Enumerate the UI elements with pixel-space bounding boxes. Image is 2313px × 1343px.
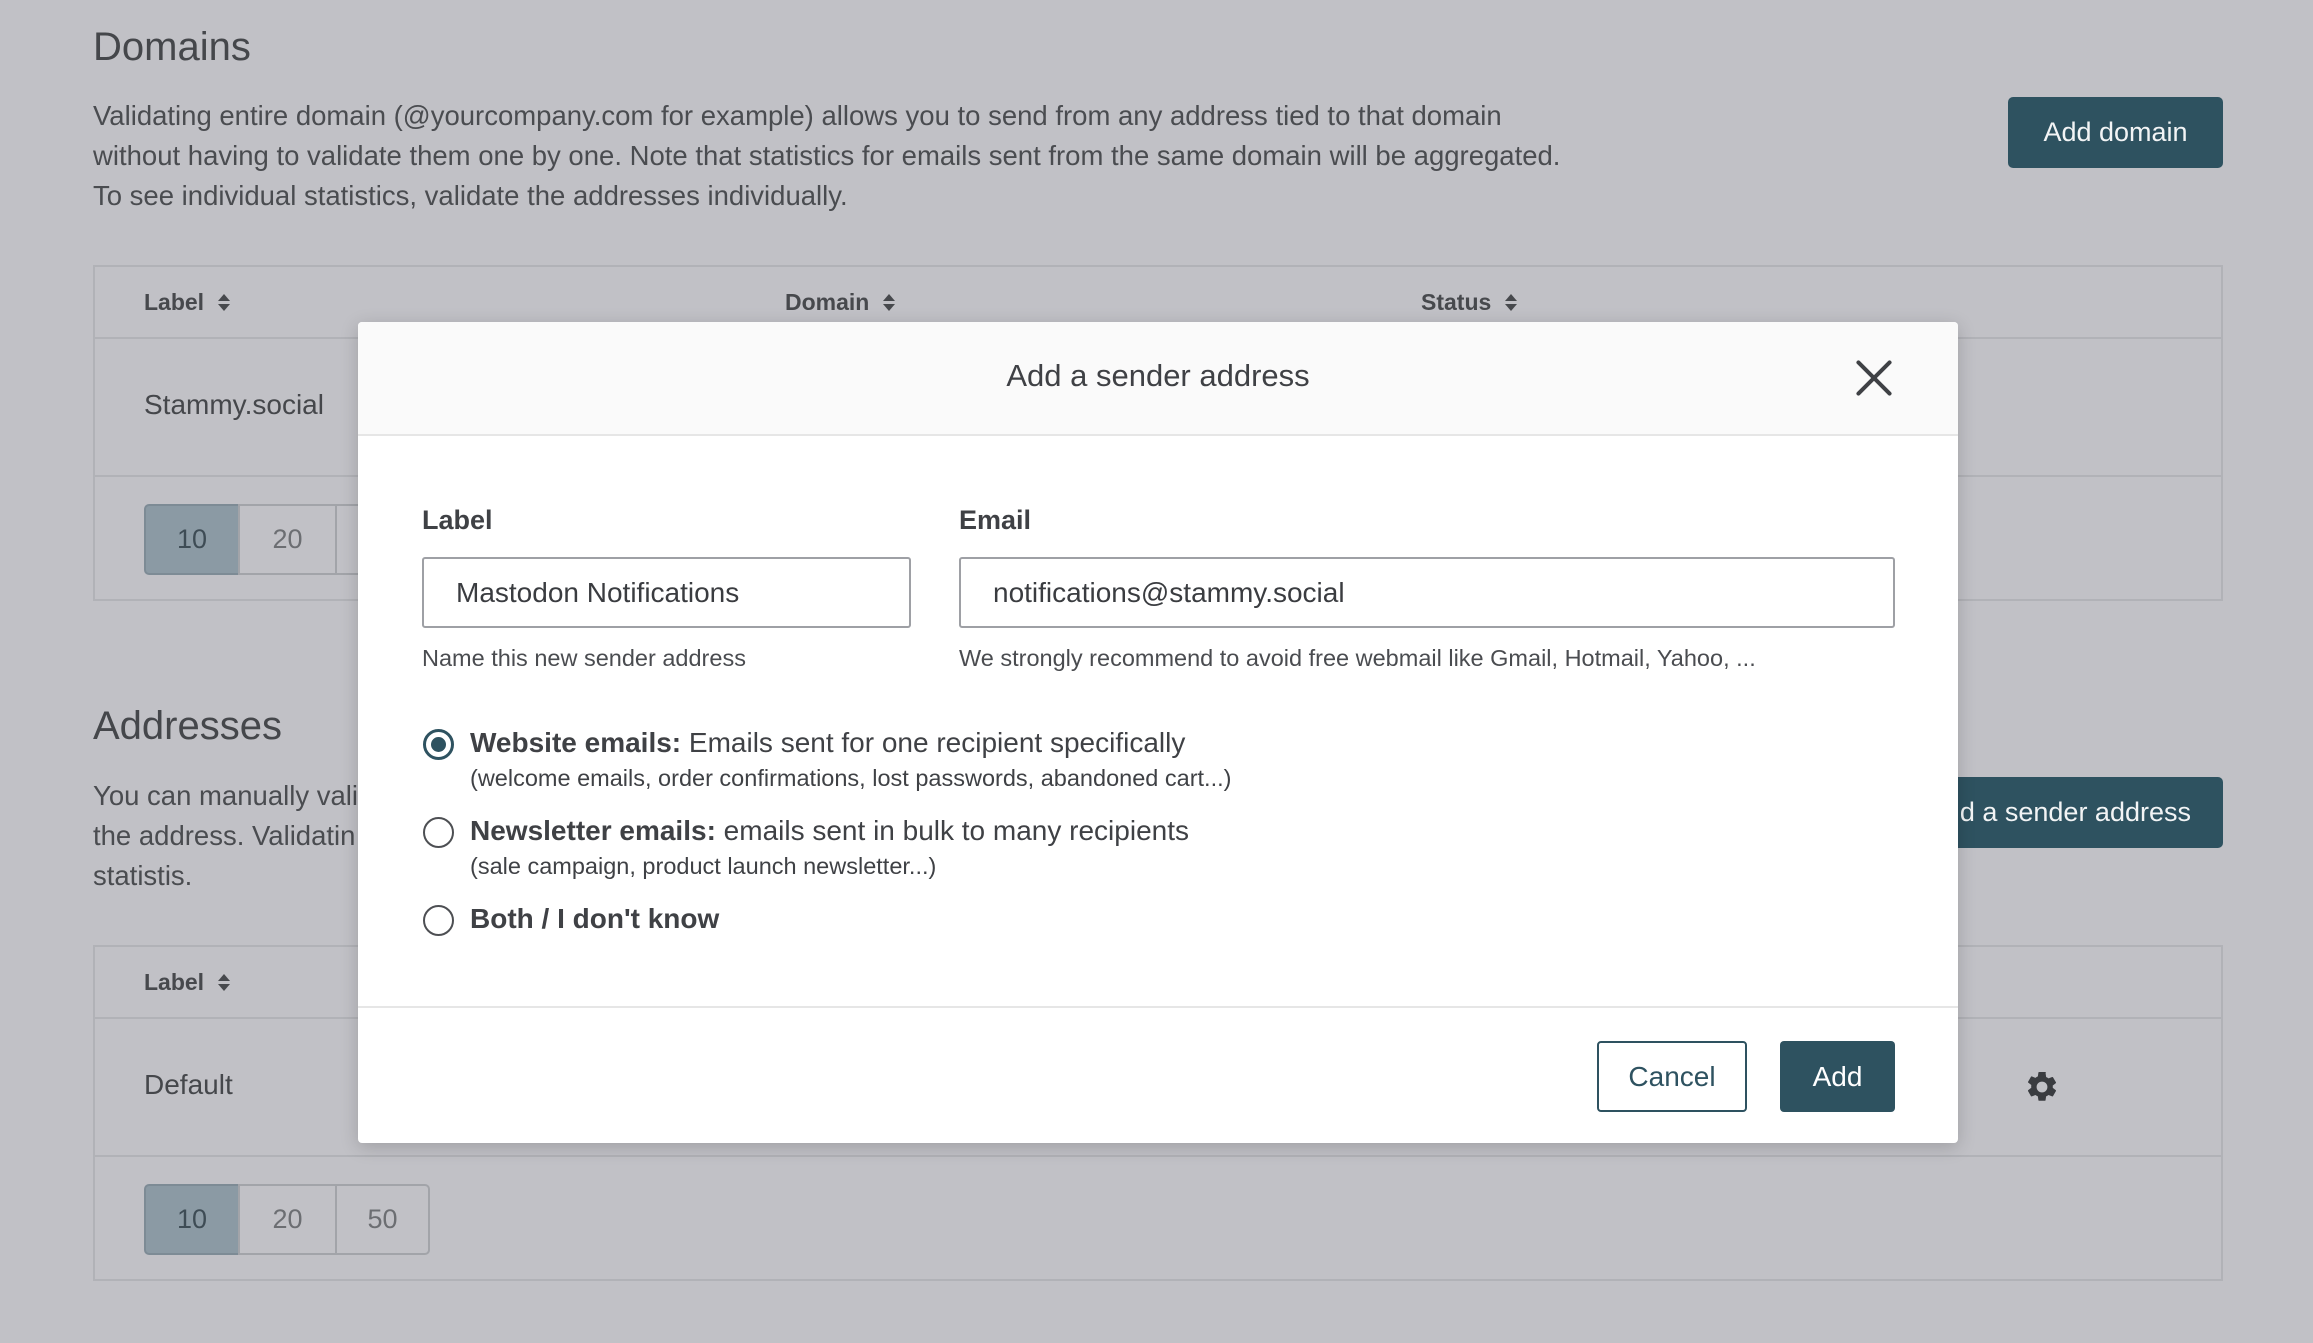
label-input[interactable] [422, 557, 911, 628]
option-website-emails-label[interactable]: Website emails: Emails sent for one reci… [470, 727, 1185, 759]
page-size-option[interactable]: 20 [238, 504, 337, 575]
close-icon[interactable] [1852, 356, 1896, 400]
add-sender-address-modal: Add a sender address Label Name this new… [358, 322, 1958, 1143]
email-field-label: Email [959, 505, 1032, 535]
column-header-text: Domain [785, 289, 870, 315]
add-domain-button[interactable]: Add domain [2008, 97, 2223, 168]
cancel-button[interactable]: Cancel [1597, 1041, 1747, 1112]
page-size-option[interactable]: 10 [144, 1184, 240, 1255]
option-both-label[interactable]: Both / I don't know [470, 903, 719, 935]
column-header-status[interactable]: Status [1421, 289, 1518, 316]
addresses-title: Addresses [93, 704, 282, 748]
option-bold: Website emails: [470, 727, 682, 758]
domains-title: Domains [93, 25, 251, 69]
modal-header: Add a sender address [358, 322, 1958, 436]
sort-icon[interactable] [218, 294, 231, 311]
option-bold: Newsletter emails: [470, 815, 716, 846]
label-help-text: Name this new sender address [422, 645, 746, 671]
column-header-text: Label [144, 969, 205, 995]
modal-title: Add a sender address [1006, 358, 1310, 393]
gear-icon[interactable] [2024, 1069, 2060, 1105]
column-header-domain[interactable]: Domain [785, 289, 896, 316]
column-header-label[interactable]: Label [144, 969, 231, 996]
domains-description: Validating entire domain (@yourcompany.c… [93, 96, 1653, 216]
domains-description-line: To see individual statistics, validate t… [93, 180, 848, 211]
column-header-text: Label [144, 289, 205, 315]
option-text: emails sent in bulk to many recipients [715, 815, 1189, 846]
option-newsletter-emails-label[interactable]: Newsletter emails: emails sent in bulk t… [470, 815, 1189, 847]
email-help-text: We strongly recommend to avoid free webm… [959, 645, 1756, 671]
add-button[interactable]: Add [1780, 1041, 1895, 1112]
domains-description-line: without having to validate them one by o… [93, 140, 1561, 171]
page-size-option[interactable]: 50 [335, 1184, 430, 1255]
email-input[interactable] [959, 557, 1895, 628]
domains-description-line: Validating entire domain (@yourcompany.c… [93, 100, 1502, 131]
page-size-selector: 10 20 50 [144, 1184, 430, 1255]
option-bold: Both / I don't know [470, 903, 720, 934]
radio-both[interactable] [423, 905, 454, 936]
radio-newsletter-emails[interactable] [423, 817, 454, 848]
option-newsletter-emails-sub: (sale campaign, product launch newslette… [470, 853, 937, 879]
page-size-option[interactable]: 20 [238, 1184, 337, 1255]
modal-footer: Cancel Add [358, 1006, 1958, 1143]
column-header-label[interactable]: Label [144, 289, 231, 316]
sort-icon[interactable] [883, 294, 896, 311]
page-size-option[interactable]: 10 [144, 504, 240, 575]
page-size-selector: 10 20 [144, 504, 375, 575]
label-field-label: Label [422, 505, 493, 535]
row-label: Default [144, 1069, 233, 1100]
column-header-text: Status [1421, 289, 1492, 315]
option-text: Emails sent for one recipient specifical… [681, 727, 1186, 758]
option-website-emails-sub: (welcome emails, order confirmations, lo… [470, 765, 1232, 791]
sort-icon[interactable] [218, 974, 231, 991]
radio-website-emails[interactable] [423, 729, 454, 760]
sort-icon[interactable] [1505, 294, 1518, 311]
row-label: Stammy.social [144, 389, 324, 420]
